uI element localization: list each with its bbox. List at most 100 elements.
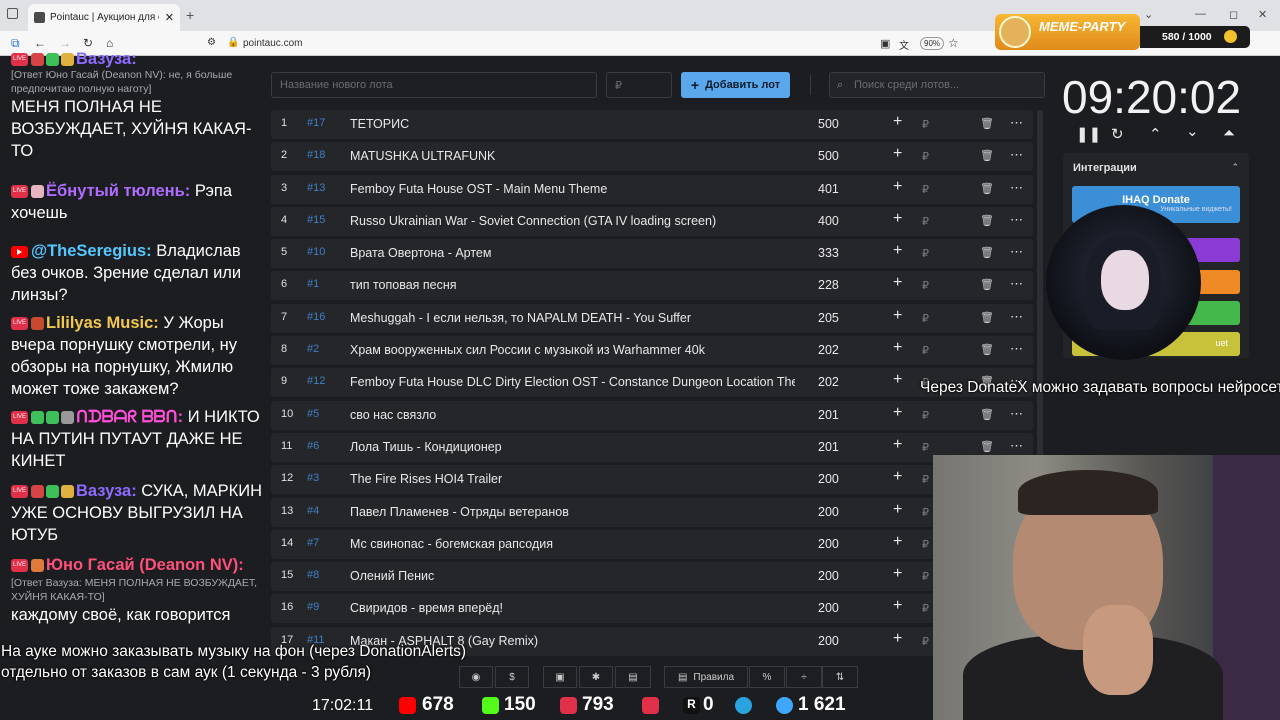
ruble-icon[interactable]: ₽ (922, 506, 929, 519)
lot-row[interactable]: 1 #17 ТЕТОРИС 500 + ₽ 🗑 ⋯ (271, 110, 1033, 139)
ruble-icon[interactable]: ₽ (922, 312, 929, 325)
ruble-icon[interactable]: ₽ (922, 118, 929, 131)
donate-icon[interactable]: $ (495, 666, 529, 688)
lot-row[interactable]: 14 #7 Мс свинопас - богемская рапсодия 200 +… (271, 529, 1033, 559)
lot-row[interactable]: 8 #2 Храм вооруженных сил России с музыкой… (271, 336, 1033, 366)
chevron-up-icon[interactable]: ⌃ (1149, 125, 1162, 143)
add-amount-icon[interactable]: + (893, 145, 902, 163)
more-options-icon[interactable]: ⋯ (1010, 406, 1023, 422)
lot-row[interactable]: 3 #13 Femboy Futa House OST - Main Menu Th… (271, 174, 1033, 204)
lock-icon[interactable]: 🔒 (227, 37, 239, 48)
translate-icon[interactable]: 文 (899, 37, 909, 52)
browser-tab[interactable]: Pointauc | Аукцион для стриме ✕ (28, 4, 180, 31)
new-tab-icon[interactable]: + (186, 7, 194, 23)
ruble-icon[interactable]: ₽ (922, 441, 929, 454)
lot-name[interactable]: Лола Тишь - Кондиционер (350, 440, 795, 454)
lot-row[interactable]: 12#3The Fire Rises HOI4 Trailer200+₽🗑⋯ (271, 465, 1033, 495)
lot-row[interactable]: 4 #15 Russo Ukrainian War - Soviet Connect… (271, 206, 1033, 236)
tab-overview-icon[interactable] (7, 8, 18, 19)
ruble-icon[interactable]: ₽ (922, 150, 929, 163)
lot-name[interactable]: Мс свинопас - богемская рапсодия (350, 537, 795, 551)
clear-icon[interactable]: ▤ (615, 666, 651, 688)
add-amount-icon[interactable]: + (893, 371, 902, 389)
lot-name[interactable]: Meshuggah - I если нельзя, то NAPALM DEA… (350, 311, 795, 325)
add-amount-icon[interactable]: + (893, 468, 902, 486)
add-amount-icon[interactable]: + (893, 339, 902, 357)
add-amount-icon[interactable]: + (893, 307, 902, 325)
lot-amount[interactable]: 205 (818, 311, 839, 325)
save-icon[interactable]: ▣ (543, 666, 577, 688)
lot-name[interactable]: Павел Пламенев - Отряды ветеранов (350, 505, 795, 519)
double-chevron-up-icon[interactable]: ⏶ (1223, 125, 1235, 142)
lot-name[interactable]: Олений Пенис (350, 569, 795, 583)
lot-amount[interactable]: 401 (818, 182, 839, 196)
lot-name[interactable]: ТЕТОРИС (350, 117, 795, 131)
trash-icon[interactable]: 🗑 (980, 182, 994, 195)
lot-row[interactable]: 7 #16 Meshuggah - I если нельзя, то NAPALM… (271, 303, 1033, 333)
lot-amount[interactable]: 200 (818, 569, 839, 583)
ruble-icon[interactable]: ₽ (922, 247, 929, 260)
lot-row[interactable]: 6 #1 тип топовая песня 228 + ₽ 🗑 ⋯ (271, 271, 1033, 301)
ruble-icon[interactable]: ₽ (922, 409, 929, 422)
more-options-icon[interactable]: ⋯ (1010, 147, 1023, 163)
add-amount-icon[interactable]: + (893, 501, 902, 519)
trash-icon[interactable]: 🗑 (980, 149, 994, 162)
zoom-level[interactable]: 90% (920, 37, 945, 50)
lot-amount[interactable]: 228 (818, 278, 839, 292)
ruble-icon[interactable]: ₽ (922, 602, 929, 615)
add-amount-icon[interactable]: + (893, 178, 902, 196)
github-icon[interactable]: ◉ (459, 666, 493, 688)
trash-icon[interactable]: 🗑 (980, 440, 994, 453)
lot-amount[interactable]: 201 (818, 440, 839, 454)
ruble-icon[interactable]: ₽ (922, 215, 929, 228)
lot-name[interactable]: сво нас связло (350, 408, 795, 422)
chevron-down-icon[interactable]: ⌄ (1186, 122, 1199, 140)
lot-row[interactable]: 15#8Олений Пенис200+₽🗑⋯ (271, 562, 1033, 592)
lot-amount[interactable]: 400 (818, 214, 839, 228)
lot-name[interactable]: The Fire Rises HOI4 Trailer (350, 472, 795, 486)
trash-icon[interactable]: 🗑 (980, 311, 994, 324)
add-amount-icon[interactable]: + (893, 533, 902, 551)
lot-name[interactable]: Femboy Futa House DLC Dirty Election OST… (350, 375, 795, 389)
sort-icon[interactable]: ⇅ (822, 666, 858, 688)
bookmark-star-icon[interactable]: ☆ (948, 36, 959, 50)
add-amount-icon[interactable]: + (893, 210, 902, 228)
lot-search-input[interactable]: ⌕ Поиск среди лотов... (829, 72, 1045, 98)
lot-amount[interactable]: 202 (818, 343, 839, 357)
lot-row[interactable]: 2 #18 MATUSHKA ULTRAFUNK 500 + ₽ 🗑 ⋯ (271, 142, 1033, 172)
ruble-icon[interactable]: ₽ (922, 183, 929, 196)
lot-amount[interactable]: 201 (818, 408, 839, 422)
more-options-icon[interactable]: ⋯ (1010, 180, 1023, 196)
lot-amount[interactable]: 333 (818, 246, 839, 260)
lot-row[interactable]: 16#9Свиридов - время вперёд!200+₽🗑⋯ (271, 594, 1033, 624)
lot-row[interactable]: 13 #4 Павел Пламенев - Отряды ветеранов 200… (271, 497, 1033, 527)
ruble-icon[interactable]: ₽ (922, 279, 929, 292)
collapse-icon[interactable]: ⌃ (1231, 162, 1239, 173)
lot-amount[interactable]: 202 (818, 375, 839, 389)
pause-icon[interactable]: ❚❚ (1076, 125, 1101, 143)
add-amount-icon[interactable]: + (893, 630, 902, 648)
percent-icon[interactable]: % (749, 666, 785, 688)
lot-row[interactable]: 10 #5 сво нас связло 201 + ₽ 🗑 ⋯ (271, 400, 1033, 430)
ruble-icon[interactable]: ₽ (922, 344, 929, 357)
lot-name[interactable]: Врата Овертона - Артем (350, 246, 795, 260)
more-options-icon[interactable]: ⋯ (1010, 438, 1023, 454)
lot-name[interactable]: Femboy Futa House OST - Main Menu Theme (350, 182, 795, 196)
add-lot-button[interactable]: + Добавить лот (681, 72, 790, 98)
trash-icon[interactable]: 🗑 (980, 278, 994, 291)
trash-icon[interactable]: 🗑 (980, 214, 994, 227)
chevron-down-icon[interactable]: ⌄ (1144, 8, 1153, 21)
add-amount-icon[interactable]: + (893, 436, 902, 454)
lot-amount[interactable]: 200 (818, 537, 839, 551)
ruble-icon[interactable]: ₽ (922, 570, 929, 583)
lot-row[interactable]: 11 #6 Лола Тишь - Кондиционер 201 + ₽ 🗑 ⋯ (271, 432, 1033, 462)
more-options-icon[interactable]: ⋯ (1010, 244, 1023, 260)
more-options-icon[interactable]: ⋯ (1010, 276, 1023, 292)
more-options-icon[interactable]: ⋯ (1010, 309, 1023, 325)
ruble-icon[interactable]: ₽ (922, 538, 929, 551)
close-tab-icon[interactable]: ✕ (165, 11, 174, 24)
site-info-icon[interactable]: ⚙ (207, 37, 216, 48)
lot-amount[interactable]: 200 (818, 601, 839, 615)
lot-name[interactable]: MATUSHKA ULTRAFUNK (350, 149, 795, 163)
ruble-icon[interactable]: ₽ (922, 635, 929, 648)
